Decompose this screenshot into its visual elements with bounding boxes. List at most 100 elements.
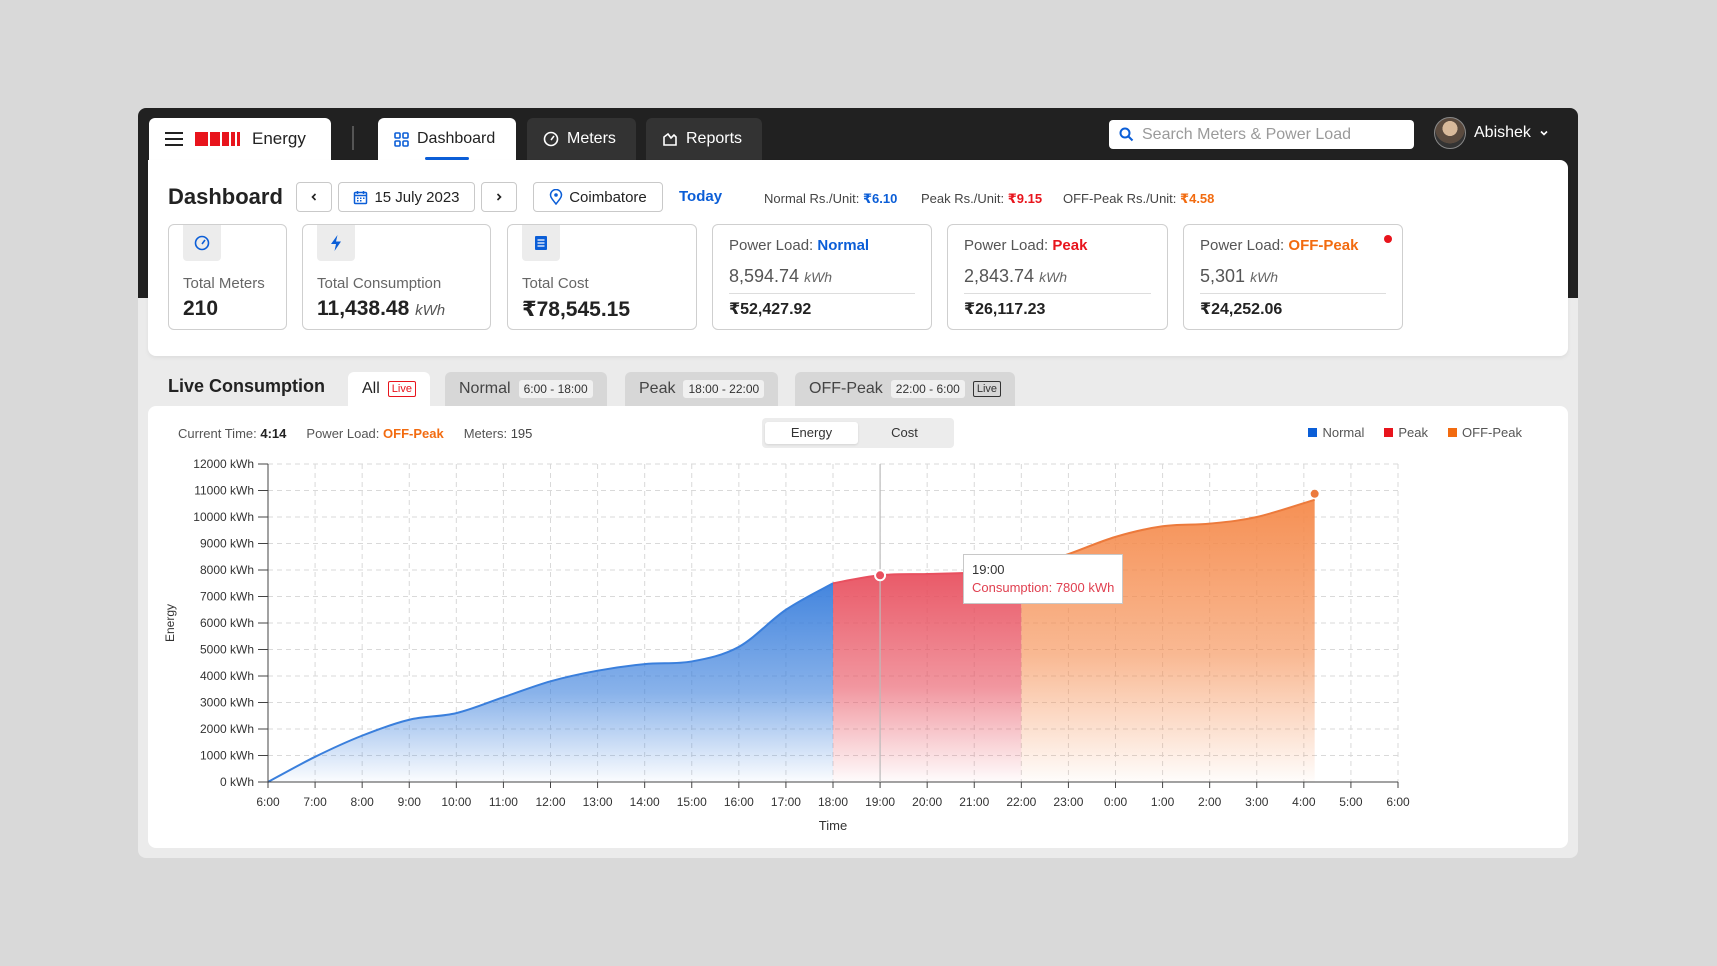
live-tab-peak[interactable]: Peak 18:00 - 22:00 bbox=[625, 372, 779, 406]
lightning-icon bbox=[331, 235, 341, 251]
x-tick-label: 15:00 bbox=[677, 795, 707, 809]
tab-reports[interactable]: Reports bbox=[646, 118, 762, 160]
chevron-down-icon bbox=[1540, 130, 1548, 136]
y-tick-label: 7000 kWh bbox=[200, 590, 254, 604]
tooltip-value: Consumption: 7800 kWh bbox=[972, 580, 1115, 595]
tab-label: Dashboard bbox=[417, 130, 496, 147]
stat-total-consumption: Total Consumption 11,438.48 kWh bbox=[302, 224, 491, 330]
stat-unit: kWh bbox=[415, 302, 446, 319]
load-cost: ₹24,252.06 bbox=[1200, 301, 1283, 318]
x-tick-label: 6:00 bbox=[1386, 795, 1410, 809]
tab-label: Meters bbox=[567, 130, 616, 147]
load-kwh: 2,843.74 bbox=[964, 266, 1035, 286]
avatar bbox=[1434, 117, 1466, 149]
x-tick-label: 18:00 bbox=[818, 795, 848, 809]
live-tab-all[interactable]: All Live bbox=[348, 372, 430, 406]
stat-value: 11,438.48 bbox=[317, 297, 410, 320]
dashboard-summary: Dashboard 15 July 2023 Coimbatore Today … bbox=[148, 160, 1568, 356]
today-link[interactable]: Today bbox=[679, 188, 722, 205]
current-point bbox=[1310, 489, 1319, 498]
logo-icon bbox=[195, 132, 240, 146]
search-icon bbox=[1119, 127, 1134, 142]
x-tick-label: 23:00 bbox=[1053, 795, 1083, 809]
calendar-icon bbox=[354, 190, 368, 204]
x-tick-label: 16:00 bbox=[724, 795, 754, 809]
tab-dashboard[interactable]: Dashboard bbox=[378, 118, 516, 160]
prev-date-button[interactable] bbox=[296, 182, 332, 212]
rate-peak: Peak Rs./Unit: ₹9.15 bbox=[921, 191, 1043, 206]
load-cost: ₹52,427.92 bbox=[729, 301, 812, 318]
date-picker[interactable]: 15 July 2023 bbox=[338, 182, 475, 212]
x-tick-label: 1:00 bbox=[1151, 795, 1175, 809]
live-badge: Live bbox=[387, 381, 416, 397]
load-name: OFF-Peak bbox=[1288, 237, 1359, 254]
chart-tooltip: 19:00 Consumption: 7800 kWh bbox=[963, 554, 1124, 604]
live-consumption-title: Live Consumption bbox=[168, 376, 325, 396]
y-tick-label: 4000 kWh bbox=[200, 669, 254, 683]
x-tick-label: 5:00 bbox=[1339, 795, 1363, 809]
power-load-normal: Power Load: Normal 8,594.74 kWh ₹52,427.… bbox=[712, 224, 932, 330]
brand-tab: Energy bbox=[149, 118, 331, 160]
user-menu[interactable]: Abishek bbox=[1434, 117, 1549, 149]
load-name: Normal bbox=[817, 237, 870, 254]
next-date-button[interactable] bbox=[481, 182, 517, 212]
search-input[interactable] bbox=[1142, 125, 1402, 144]
x-tick-label: 20:00 bbox=[912, 795, 942, 809]
time-range: 6:00 - 18:00 bbox=[518, 380, 593, 398]
grid-icon bbox=[394, 131, 409, 147]
y-tick-label: 10000 kWh bbox=[193, 510, 254, 524]
app-name: Energy bbox=[252, 129, 306, 148]
x-tick-label: 0:00 bbox=[1104, 795, 1128, 809]
stat-total-meters: Total Meters 210 bbox=[168, 224, 287, 330]
x-tick-label: 9:00 bbox=[398, 795, 422, 809]
stat-label: Total Consumption bbox=[317, 275, 442, 292]
location-pin-icon bbox=[549, 189, 563, 205]
time-range: 22:00 - 6:00 bbox=[890, 380, 965, 398]
load-kwh: 8,594.74 bbox=[729, 266, 800, 286]
x-tick-label: 3:00 bbox=[1245, 795, 1269, 809]
load-cost: ₹26,117.23 bbox=[964, 301, 1046, 318]
x-tick-label: 10:00 bbox=[441, 795, 471, 809]
x-axis-title: Time bbox=[819, 818, 847, 833]
tab-meters[interactable]: Meters bbox=[527, 118, 636, 160]
chart-image-icon bbox=[663, 132, 677, 146]
live-badge: Live bbox=[972, 381, 1002, 397]
y-tick-label: 2000 kWh bbox=[200, 722, 254, 736]
x-tick-label: 2:00 bbox=[1198, 795, 1222, 809]
tooltip-time: 19:00 bbox=[972, 562, 1005, 577]
gauge-icon bbox=[543, 131, 559, 147]
stat-label: Total Meters bbox=[183, 275, 265, 292]
power-load-off-peak: Power Load: OFF-Peak 5,301 kWh ₹24,252.0… bbox=[1183, 224, 1403, 330]
area-off-peak bbox=[1021, 499, 1315, 782]
date-value: 15 July 2023 bbox=[374, 188, 460, 206]
live-tab-normal[interactable]: Normal 6:00 - 18:00 bbox=[445, 372, 607, 406]
tab-label: Reports bbox=[686, 130, 743, 147]
x-tick-label: 21:00 bbox=[959, 795, 989, 809]
x-tick-label: 7:00 bbox=[303, 795, 327, 809]
divider bbox=[352, 126, 354, 150]
y-tick-label: 12000 kWh bbox=[193, 457, 254, 471]
menu-icon[interactable] bbox=[165, 132, 183, 146]
y-tick-label: 3000 kWh bbox=[200, 696, 254, 710]
x-tick-label: 11:00 bbox=[489, 795, 518, 809]
x-tick-label: 22:00 bbox=[1006, 795, 1036, 809]
live-consumption-chart-card: Current Time: 4:14 Power Load: OFF-Peak … bbox=[148, 406, 1568, 848]
x-tick-label: 19:00 bbox=[865, 795, 895, 809]
x-tick-label: 8:00 bbox=[350, 795, 374, 809]
location-selector[interactable]: Coimbatore bbox=[533, 182, 663, 212]
area-normal bbox=[268, 583, 833, 782]
stat-value: 210 bbox=[183, 297, 219, 320]
live-tab-off-peak[interactable]: OFF-Peak 22:00 - 6:00 Live bbox=[795, 372, 1016, 406]
stat-total-cost: Total Cost ₹78,545.15 bbox=[507, 224, 697, 330]
receipt-icon bbox=[535, 236, 547, 250]
search-box[interactable] bbox=[1109, 120, 1414, 149]
y-tick-label: 0 kWh bbox=[220, 775, 254, 789]
x-tick-label: 4:00 bbox=[1292, 795, 1316, 809]
y-tick-label: 1000 kWh bbox=[200, 749, 254, 763]
location-value: Coimbatore bbox=[569, 188, 647, 206]
time-range: 18:00 - 22:00 bbox=[683, 380, 765, 398]
y-tick-label: 9000 kWh bbox=[200, 537, 254, 551]
rate-normal: Normal Rs./Unit: ₹6.10 bbox=[764, 191, 898, 206]
y-axis-title: Energy bbox=[163, 604, 177, 642]
y-tick-label: 11000 kWh bbox=[194, 484, 254, 498]
